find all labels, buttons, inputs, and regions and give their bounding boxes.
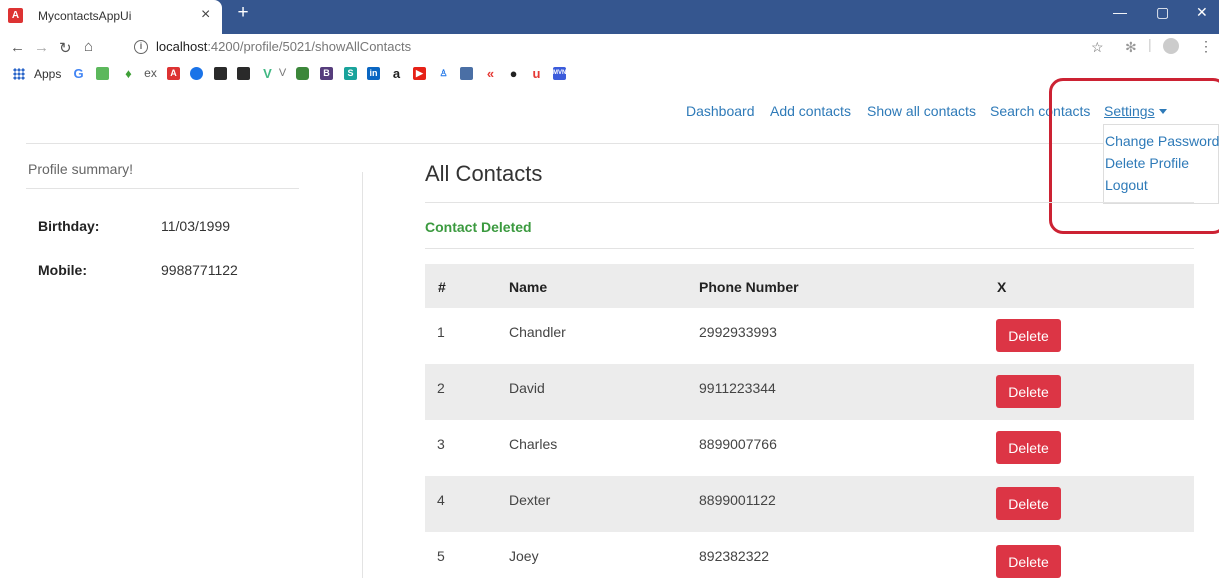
col-header-phone: Phone Number [699,279,799,295]
nav-search-contacts-link[interactable]: Search contacts [990,103,1090,119]
row-name: Dexter [509,492,551,508]
profile-divider [26,188,299,189]
col-header-index: # [438,279,446,295]
apps-grid-icon[interactable] [13,68,25,80]
row-index: 5 [437,548,445,564]
maximize-icon[interactable]: ▢ [1156,4,1169,21]
navbar-divider [26,143,1194,144]
back-arrow-icon[interactable]: ← [10,39,25,56]
delete-button[interactable]: Delete [996,375,1061,408]
url-host: localhost [156,39,208,54]
url-path: :4200/profile/5021/showAllContacts [207,39,412,54]
table-row: 1 Chandler 2992933993 Delete [425,308,1194,364]
table-row: 3 Charles 8899007766 Delete [425,420,1194,476]
bookmark-icon-mvn[interactable]: MVN [553,67,566,80]
bookmark-star-icon[interactable]: ☆ [1091,39,1104,56]
google-bookmark-icon[interactable]: G [72,67,85,80]
mobile-label: Mobile: [38,262,87,278]
vue-bookmark-icon[interactable]: V [261,67,274,80]
angular-bookmark-icon[interactable]: A [167,67,180,80]
github-bookmark-icon[interactable]: ● [507,67,520,80]
row-phone: 8899001122 [699,492,776,508]
chrome-bookmark-icon[interactable] [190,67,203,80]
new-tab-button[interactable]: + [234,3,252,23]
bookmark-icon-red-chevron[interactable]: « [484,67,497,80]
bookmark-icon-blue[interactable]: ♙ [437,67,450,80]
apps-bookmark[interactable]: Apps [34,67,61,81]
profile-avatar-icon[interactable] [1163,38,1179,54]
browser-tabstrip: A MycontactsAppUi × + — ▢ ✕ [0,0,1219,34]
minimize-icon[interactable]: — [1113,4,1127,20]
site-info-icon[interactable]: i [134,40,148,54]
dropdown-change-password[interactable]: Change Password [1105,133,1219,149]
react-bookmark-icon[interactable] [214,67,227,80]
caret-down-icon [1158,109,1167,114]
reload-icon[interactable]: ↻ [59,39,72,57]
birthday-value: 11/03/1999 [161,218,231,234]
nav-dashboard-link[interactable]: Dashboard [686,103,755,119]
birthday-label: Birthday: [38,218,100,234]
mobile-value: 9988771122 [161,262,238,278]
status-message: Contact Deleted [425,219,532,235]
row-index: 3 [437,436,445,452]
row-index: 4 [437,492,445,508]
delete-button[interactable]: Delete [996,431,1061,464]
delete-button[interactable]: Delete [996,545,1061,578]
nodejs-bookmark-icon[interactable] [296,67,309,80]
table-row: 2 David 9911223344 Delete [425,364,1194,420]
toolbar-separator: | [1148,36,1152,52]
row-phone: 2992933993 [699,324,777,340]
row-name: Charles [509,436,558,452]
react-bookmark-icon-2[interactable] [237,67,250,80]
vue-label-icon[interactable]: V [276,67,289,80]
angular-favicon-icon: A [8,8,23,23]
tab-title: MycontactsAppUi [38,9,132,23]
bookmark-icon-udemy[interactable]: u [530,67,543,80]
row-index: 1 [437,324,445,340]
profile-summary-title: Profile summary! [28,161,134,177]
tabstrip-background [205,0,1219,34]
delete-button[interactable]: Delete [996,319,1061,352]
tab-close-icon[interactable]: × [201,6,210,24]
dropdown-delete-profile[interactable]: Delete Profile [1105,155,1189,171]
col-header-name: Name [509,279,548,295]
bookmark-icon-slate[interactable] [460,67,473,80]
row-phone: 8899007766 [699,436,777,452]
row-index: 2 [437,380,445,396]
youtube-bookmark-icon[interactable]: ▶ [413,67,426,80]
row-name: Chandler [509,324,566,340]
s-bookmark-icon[interactable]: S [344,67,357,80]
page-title: All Contacts [425,161,543,186]
window-close-icon[interactable]: ✕ [1196,4,1208,21]
row-phone: 892382322 [699,548,770,564]
nav-settings-label: Settings [1104,103,1155,119]
delete-button[interactable]: Delete [996,487,1061,520]
home-icon[interactable]: ⌂ [84,38,93,55]
dropdown-logout[interactable]: Logout [1105,177,1148,193]
mongodb-leaf-icon[interactable]: ♦ [122,67,135,80]
url-field[interactable]: localhost:4200/profile/5021/showAllConta… [156,39,411,54]
amazon-bookmark-icon[interactable]: a [390,67,403,80]
forward-arrow-icon[interactable]: → [34,39,49,56]
nav-show-all-contacts-link[interactable]: Show all contacts [867,103,976,119]
title-divider [425,202,1194,203]
column-separator [362,172,363,578]
nav-add-contacts-link[interactable]: Add contacts [770,103,851,119]
col-header-action: X [997,279,1007,295]
status-divider [425,248,1194,249]
express-bookmark-icon[interactable]: ex [144,67,157,80]
nav-settings-dropdown[interactable]: Settings [1104,103,1167,119]
browser-tab[interactable]: A MycontactsAppUi × [0,0,222,34]
bookmarks-bar [0,62,1219,86]
table-row: 5 Joey 892382322 Delete [425,532,1194,578]
bootstrap-bookmark-icon[interactable]: B [320,67,333,80]
row-phone: 9911223344 [699,380,776,396]
extension-snowflake-icon[interactable]: ✻ [1125,39,1137,56]
row-name: David [509,380,545,396]
linkedin-bookmark-icon[interactable]: in [367,67,380,80]
table-row: 4 Dexter 8899001122 Delete [425,476,1194,532]
row-name: Joey [509,548,539,564]
chrome-menu-icon[interactable]: ⋮ [1199,38,1213,55]
bookmark-green-icon[interactable] [96,67,109,80]
